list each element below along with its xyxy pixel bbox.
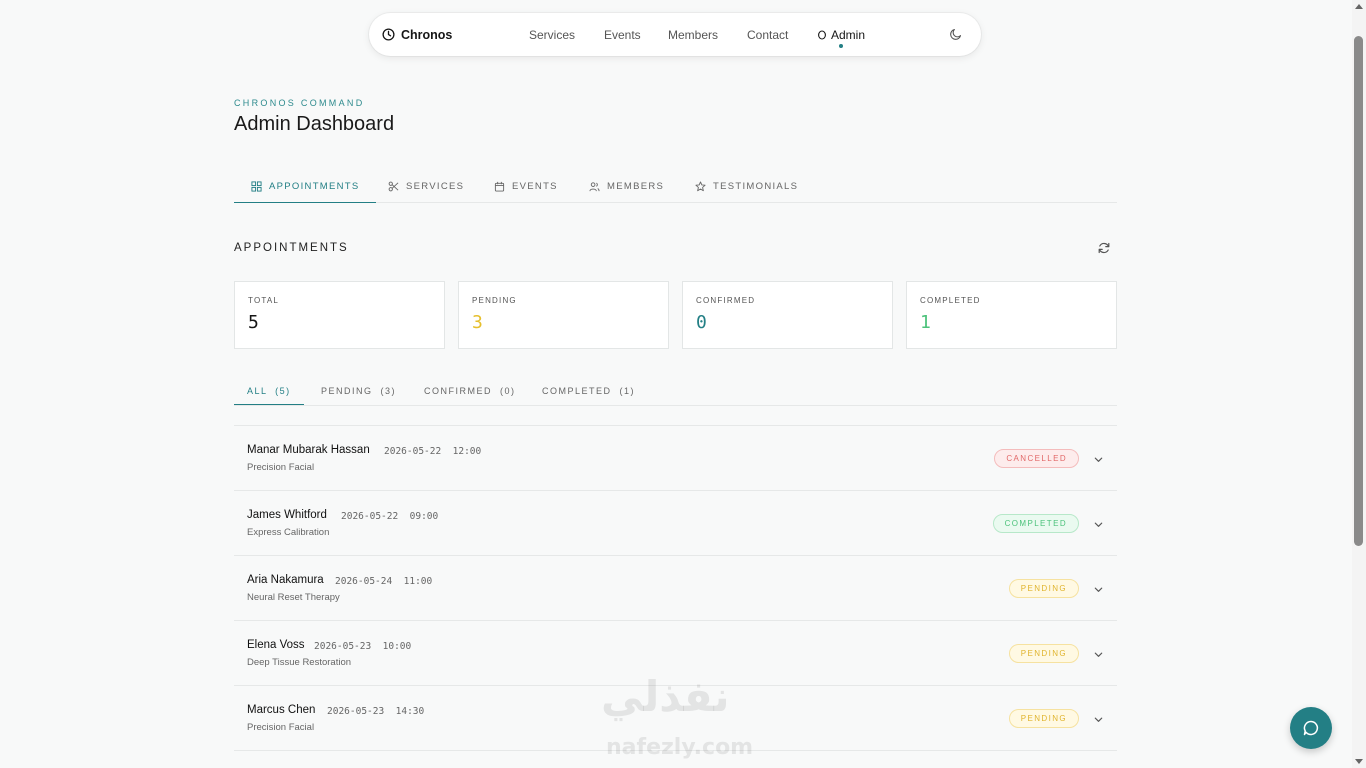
tab-events[interactable]: EVENTS bbox=[494, 170, 558, 203]
admin-circle-icon bbox=[818, 29, 826, 40]
service-name: Precision Facial bbox=[247, 722, 315, 733]
status-badge: COMPLETED bbox=[992, 514, 1079, 533]
page-scrollbar[interactable] bbox=[1352, 0, 1366, 768]
client-name: James Whitford bbox=[247, 509, 327, 521]
tab-testimonials[interactable]: TESTIMONIALS bbox=[695, 170, 798, 203]
stat-card-total: TOTAL 5 bbox=[234, 281, 445, 349]
filter-tab-all[interactable]: ALL (5) bbox=[234, 377, 304, 405]
nav-link-admin[interactable]: Admin bbox=[817, 13, 865, 56]
status-badge: PENDING bbox=[1008, 579, 1079, 598]
client-name: Elena Voss bbox=[247, 639, 305, 651]
stat-label: COMPLETED bbox=[920, 296, 981, 305]
status-badge: PENDING bbox=[1008, 644, 1079, 663]
section-title: APPOINTMENTS bbox=[234, 242, 349, 254]
client-name: Aria Nakamura bbox=[247, 574, 324, 586]
status-filter-tabs: ALL (5) PENDING (3) CONFIRMED (0) COMPLE… bbox=[234, 377, 1117, 406]
tab-appointments-label: APPOINTMENTS bbox=[269, 180, 360, 192]
service-name: Deep Tissue Restoration bbox=[247, 657, 352, 668]
filter-tab-confirmed[interactable]: CONFIRMED (0) bbox=[424, 377, 516, 405]
chat-bubble-icon bbox=[1303, 720, 1319, 736]
clock-icon bbox=[382, 28, 395, 41]
service-name: Neural Reset Therapy bbox=[247, 592, 340, 603]
scrollbar-thumb[interactable] bbox=[1354, 36, 1363, 546]
service-name: Express Calibration bbox=[247, 527, 330, 538]
stat-card-pending: PENDING 3 bbox=[458, 281, 669, 349]
tab-services[interactable]: SERVICES bbox=[388, 170, 464, 203]
chat-button[interactable] bbox=[1290, 707, 1332, 749]
chevron-down-icon[interactable] bbox=[1093, 519, 1104, 530]
tab-members-label: MEMBERS bbox=[607, 181, 665, 192]
nav-link-members[interactable]: Members bbox=[668, 13, 718, 56]
list-item[interactable]: James Whitford 2026-05-22 09:00 Express … bbox=[234, 491, 1117, 556]
filter-tab-completed[interactable]: COMPLETED (1) bbox=[542, 377, 635, 405]
tab-services-label: SERVICES bbox=[406, 181, 465, 192]
appointment-datetime: 2026-05-24 11:00 bbox=[335, 576, 433, 587]
watermark-latin: nafezly.com bbox=[606, 735, 754, 760]
grid-icon bbox=[251, 180, 262, 192]
star-icon bbox=[695, 181, 706, 192]
tab-members[interactable]: MEMBERS bbox=[589, 170, 664, 203]
nav-link-services[interactable]: Services bbox=[529, 13, 575, 56]
list-item[interactable]: Aria Nakamura 2026-05-24 11:00 Neural Re… bbox=[234, 556, 1117, 621]
stat-label: TOTAL bbox=[248, 296, 280, 305]
tab-events-label: EVENTS bbox=[512, 181, 558, 192]
appointment-datetime: 2026-05-22 09:00 bbox=[341, 511, 439, 522]
client-name: Manar Mubarak Hassan bbox=[247, 444, 370, 456]
users-icon bbox=[589, 182, 600, 192]
admin-tabs: APPOINTMENTS SERVICES EVENTS MEMBERS TES… bbox=[234, 170, 1117, 203]
brand-link[interactable]: Chronos bbox=[382, 13, 452, 56]
tab-appointments[interactable]: APPOINTMENTS bbox=[234, 170, 376, 203]
chevron-down-icon[interactable] bbox=[1093, 714, 1104, 725]
calendar-icon bbox=[494, 181, 505, 192]
stat-card-confirmed: CONFIRMED 0 bbox=[682, 281, 893, 349]
service-name: Precision Facial bbox=[247, 462, 315, 473]
chevron-down-icon[interactable] bbox=[1093, 454, 1104, 465]
filter-tab-pending[interactable]: PENDING (3) bbox=[321, 377, 396, 405]
tab-testimonials-label: TESTIMONIALS bbox=[713, 181, 799, 192]
nav-link-contact[interactable]: Contact bbox=[747, 13, 788, 56]
refresh-icon[interactable] bbox=[1097, 241, 1111, 255]
watermark-arabic: نفذلي bbox=[601, 672, 730, 721]
moon-icon[interactable] bbox=[949, 27, 963, 41]
stat-value: 3 bbox=[472, 312, 483, 333]
stat-value: 1 bbox=[920, 312, 931, 333]
status-badge: CANCELLED bbox=[994, 449, 1079, 468]
appointment-datetime: 2026-05-23 14:30 bbox=[327, 706, 425, 717]
stat-label: CONFIRMED bbox=[696, 296, 756, 305]
page-title: Admin Dashboard bbox=[234, 113, 395, 135]
list-item[interactable]: Manar Mubarak Hassan 2026-05-22 12:00 Pr… bbox=[234, 426, 1117, 491]
appointment-datetime: 2026-05-23 10:00 bbox=[314, 641, 412, 652]
appointment-datetime: 2026-05-22 12:00 bbox=[384, 446, 482, 457]
scroll-down-arrow-icon[interactable] bbox=[1355, 759, 1363, 764]
chevron-down-icon[interactable] bbox=[1093, 584, 1104, 595]
brand-name: Chronos bbox=[401, 27, 453, 42]
nav-link-events[interactable]: Events bbox=[604, 13, 641, 56]
stat-value: 5 bbox=[248, 312, 259, 333]
page-eyebrow: CHRONOS COMMAND bbox=[234, 98, 365, 108]
stat-value: 0 bbox=[696, 312, 707, 333]
stat-card-completed: COMPLETED 1 bbox=[906, 281, 1117, 349]
chevron-down-icon[interactable] bbox=[1093, 649, 1104, 660]
client-name: Marcus Chen bbox=[247, 704, 316, 716]
status-badge: PENDING bbox=[1008, 709, 1079, 728]
scroll-up-arrow-icon[interactable] bbox=[1355, 4, 1363, 9]
stat-label: PENDING bbox=[472, 296, 517, 305]
nav-link-admin-label: Admin bbox=[831, 27, 866, 42]
active-indicator-dot bbox=[839, 44, 843, 48]
scissors-icon bbox=[388, 181, 399, 192]
top-nav: Chronos Services Events Members Contact … bbox=[369, 13, 981, 56]
